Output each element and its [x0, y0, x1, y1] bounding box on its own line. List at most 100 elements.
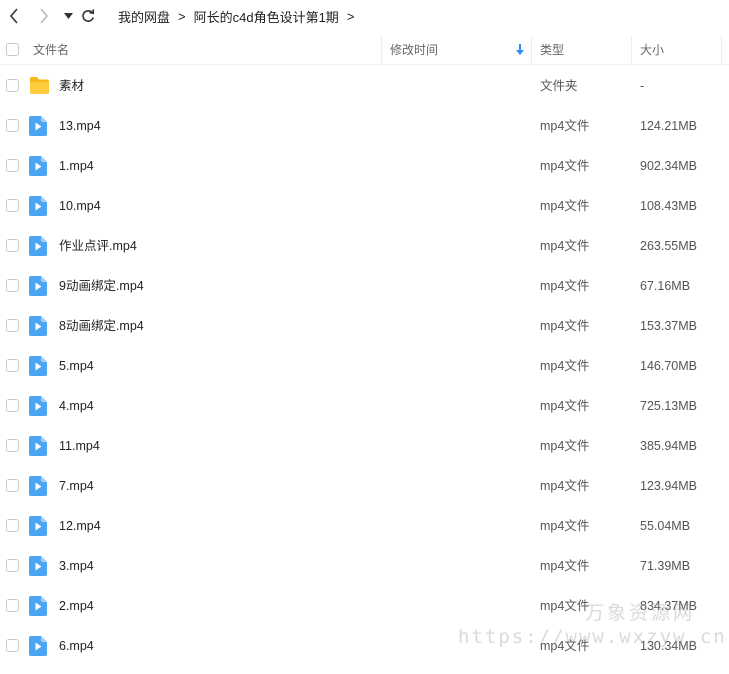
file-size: 146.70MB: [640, 359, 697, 373]
file-row[interactable]: 4.mp4 mp4文件 725.13MB: [0, 386, 729, 426]
file-type: mp4文件: [540, 319, 590, 333]
file-type: mp4文件: [540, 199, 590, 213]
column-divider[interactable]: [721, 36, 722, 64]
history-dropdown-button[interactable]: [58, 6, 78, 26]
file-name[interactable]: 作业点评.mp4: [59, 226, 137, 266]
file-row[interactable]: 5.mp4 mp4文件 146.70MB: [0, 346, 729, 386]
file-name[interactable]: 11.mp4: [59, 426, 100, 466]
row-checkbox[interactable]: [6, 479, 19, 492]
column-header-type-label: 类型: [540, 43, 565, 57]
forward-button[interactable]: [34, 6, 54, 26]
chevron-right-icon: [40, 8, 49, 24]
column-header-name[interactable]: 文件名: [33, 34, 69, 65]
file-name[interactable]: 10.mp4: [59, 186, 101, 226]
caret-down-icon: [63, 13, 73, 19]
file-row[interactable]: 1.mp4 mp4文件 902.34MB: [0, 146, 729, 186]
video-file-icon: [29, 236, 47, 259]
column-header-modified[interactable]: 修改时间: [390, 34, 530, 65]
column-header-type[interactable]: 类型: [540, 34, 564, 65]
file-size: 67.16MB: [640, 279, 691, 293]
chevron-left-icon: [9, 8, 18, 24]
column-header-modified-label: 修改时间: [390, 43, 439, 57]
file-type: mp4文件: [540, 439, 590, 453]
back-button[interactable]: [4, 6, 24, 26]
file-row[interactable]: 7.mp4 mp4文件 123.94MB: [0, 466, 729, 506]
row-checkbox[interactable]: [6, 439, 19, 452]
file-name[interactable]: 2.mp4: [59, 586, 94, 626]
column-header-name-label: 文件名: [33, 43, 70, 57]
breadcrumb-separator: >: [178, 8, 186, 24]
row-checkbox[interactable]: [6, 399, 19, 412]
file-name[interactable]: 素材: [59, 66, 84, 106]
video-file-icon: [29, 596, 47, 619]
column-header-size[interactable]: 大小: [640, 34, 664, 65]
breadcrumb-current-folder[interactable]: 阿长的c4d角色设计第1期: [194, 7, 339, 26]
file-size: 153.37MB: [640, 319, 697, 333]
file-size: 130.34MB: [640, 639, 697, 653]
file-type: mp4文件: [540, 159, 590, 173]
file-name[interactable]: 6.mp4: [59, 626, 94, 666]
file-name[interactable]: 9动画绑定.mp4: [59, 266, 144, 306]
folder-row[interactable]: 素材 文件夹 -: [0, 66, 729, 106]
file-size: 834.37MB: [640, 599, 697, 613]
file-name[interactable]: 8动画绑定.mp4: [59, 306, 144, 346]
file-size: 71.39MB: [640, 559, 691, 573]
file-type: mp4文件: [540, 359, 590, 373]
row-checkbox[interactable]: [6, 239, 19, 252]
refresh-icon: [82, 9, 95, 22]
column-divider[interactable]: [381, 36, 382, 64]
file-row[interactable]: 11.mp4 mp4文件 385.94MB: [0, 426, 729, 466]
file-name[interactable]: 3.mp4: [59, 546, 94, 586]
file-type: 文件夹: [540, 79, 578, 93]
video-file-icon: [29, 356, 47, 379]
file-row[interactable]: 8动画绑定.mp4 mp4文件 153.37MB: [0, 306, 729, 346]
file-row[interactable]: 9动画绑定.mp4 mp4文件 67.16MB: [0, 266, 729, 306]
select-all-checkbox[interactable]: [6, 43, 19, 56]
file-type: mp4文件: [540, 399, 590, 413]
file-name[interactable]: 1.mp4: [59, 146, 94, 186]
video-file-icon: [29, 436, 47, 459]
video-file-icon: [29, 316, 47, 339]
file-type: mp4文件: [540, 479, 590, 493]
row-checkbox[interactable]: [6, 279, 19, 292]
file-name[interactable]: 7.mp4: [59, 466, 94, 506]
file-size: 123.94MB: [640, 479, 697, 493]
file-name[interactable]: 13.mp4: [59, 106, 101, 146]
file-type: mp4文件: [540, 279, 590, 293]
row-checkbox[interactable]: [6, 119, 19, 132]
file-row[interactable]: 2.mp4 mp4文件 834.37MB: [0, 586, 729, 626]
file-size: -: [640, 79, 645, 93]
row-checkbox[interactable]: [6, 559, 19, 572]
video-file-icon: [29, 636, 47, 659]
row-checkbox[interactable]: [6, 159, 19, 172]
file-row[interactable]: 作业点评.mp4 mp4文件 263.55MB: [0, 226, 729, 266]
breadcrumb-root[interactable]: 我的网盘: [118, 7, 170, 26]
select-all-checkbox-cell: [6, 34, 19, 65]
file-row[interactable]: 3.mp4 mp4文件 71.39MB: [0, 546, 729, 586]
row-checkbox[interactable]: [6, 639, 19, 652]
file-row[interactable]: 13.mp4 mp4文件 124.21MB: [0, 106, 729, 146]
column-divider[interactable]: [531, 36, 532, 64]
column-divider[interactable]: [631, 36, 632, 64]
file-name[interactable]: 12.mp4: [59, 506, 101, 546]
file-name[interactable]: 5.mp4: [59, 346, 94, 386]
row-checkbox[interactable]: [6, 519, 19, 532]
refresh-button[interactable]: [78, 6, 98, 26]
row-checkbox[interactable]: [6, 599, 19, 612]
sort-descending-icon: [516, 44, 524, 55]
file-type: mp4文件: [540, 639, 590, 653]
file-row[interactable]: 10.mp4 mp4文件 108.43MB: [0, 186, 729, 226]
file-row[interactable]: 6.mp4 mp4文件 130.34MB: [0, 626, 729, 666]
file-name[interactable]: 4.mp4: [59, 386, 94, 426]
file-size: 124.21MB: [640, 119, 697, 133]
file-size: 725.13MB: [640, 399, 697, 413]
breadcrumb-separator: >: [346, 8, 355, 24]
video-file-icon: [29, 476, 47, 499]
row-checkbox[interactable]: [6, 359, 19, 372]
row-checkbox[interactable]: [6, 199, 19, 212]
video-file-icon: [29, 276, 47, 299]
file-row[interactable]: 12.mp4 mp4文件 55.04MB: [0, 506, 729, 546]
row-checkbox[interactable]: [6, 79, 19, 92]
video-file-icon: [29, 556, 47, 579]
row-checkbox[interactable]: [6, 319, 19, 332]
